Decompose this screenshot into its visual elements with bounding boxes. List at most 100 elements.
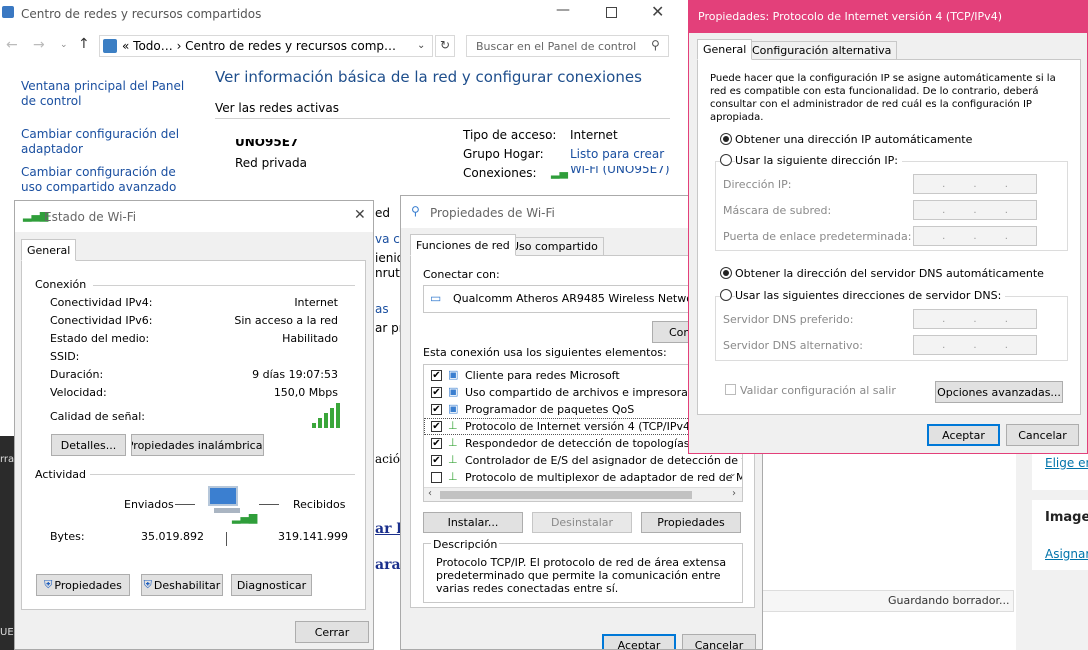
back-arrow-icon[interactable]: ← [6, 37, 18, 53]
accept-button[interactable]: Aceptar [927, 424, 1000, 446]
address-dropdown-icon[interactable]: ⌄ [417, 40, 425, 51]
wifi-properties-title: Propiedades de Wi-Fi [430, 206, 555, 220]
tab-sharing[interactable]: Uso compartido [505, 237, 604, 256]
partial-link-5[interactable]: as [375, 302, 389, 316]
validate-checkbox[interactable] [725, 384, 736, 395]
maximize-button[interactable] [606, 7, 617, 18]
ipv4-dialog: Propiedades: Protocolo de Internet versi… [688, 0, 1088, 454]
homegroup-link[interactable]: Listo para crear [570, 147, 664, 161]
protocol-icon: ⊥ [448, 419, 458, 432]
description-label: Descripción [431, 538, 500, 551]
component-item[interactable]: ✔ ⊥ Controlador de E/S del asignador de de… [424, 452, 742, 469]
editor-link-1[interactable]: Elige en [1045, 456, 1088, 470]
minimize-button[interactable]: — [556, 2, 570, 18]
component-checkbox[interactable]: ✔ [431, 370, 442, 381]
duration-label: Duración: [50, 368, 104, 381]
component-checkbox[interactable]: ✔ [431, 438, 442, 449]
properties-button[interactable]: ⛨ Propiedades [36, 574, 130, 596]
gateway-field[interactable]: ... [913, 226, 1037, 246]
search-icon: ⚲ [651, 38, 660, 52]
media-state-label: Estado del medio: [50, 332, 150, 345]
partial-text-4: nrut [375, 266, 400, 280]
activity-group-line [90, 474, 355, 475]
uninstall-button[interactable]: Desinstalar [532, 512, 632, 533]
accept-button[interactable]: Aceptar [602, 634, 676, 649]
description-text: Protocolo TCP/IP. El protocolo de red de… [436, 556, 727, 595]
ip-address-field[interactable]: ... [913, 174, 1037, 194]
properties-button[interactable]: Propiedades [641, 512, 741, 533]
component-checkbox[interactable]: ✔ [431, 404, 442, 415]
bytes-label: Bytes: [50, 530, 85, 543]
history-chevron-icon[interactable]: ⌄ [60, 40, 68, 50]
component-checkbox[interactable]: ✔ [431, 455, 442, 466]
component-item[interactable]: ⊥ Protocolo de multiplexor de adaptador d… [424, 469, 742, 486]
side-link-adapter[interactable]: Cambiar configuración del adaptador [21, 127, 181, 157]
up-arrow-icon[interactable]: ↑ [78, 36, 90, 52]
sent-line [175, 504, 195, 505]
manual-dns-radio[interactable] [720, 289, 732, 301]
dark-strip: rra UEF [0, 436, 19, 650]
tab-alternate-config[interactable]: Configuración alternativa [746, 41, 898, 60]
tab-general[interactable]: General [21, 239, 77, 261]
alternate-dns-field[interactable]: ... [913, 335, 1037, 355]
component-label: Respondedor de detección de topologías d… [465, 437, 721, 450]
auto-dns-radio[interactable] [720, 267, 732, 279]
scrollbar-thumb[interactable] [440, 491, 692, 499]
access-type-value: Internet [570, 128, 618, 142]
editor-link-2[interactable]: Asignar [1045, 547, 1088, 561]
component-label: Controlador de E/S del asignador de dete… [465, 454, 743, 467]
close-icon[interactable]: ✕ [354, 207, 366, 223]
scroll-down-icon[interactable]: ⌄ [729, 469, 737, 479]
scroll-left-icon[interactable]: ‹ [428, 488, 432, 499]
explorer-title: Centro de redes y recursos compartidos [21, 7, 262, 21]
network-client-icon: ▣ [448, 385, 459, 398]
protocol-icon: ⊥ [448, 470, 458, 483]
preferred-dns-field[interactable]: ... [913, 309, 1037, 329]
signal-quality-label: Calidad de señal: [50, 410, 145, 423]
refresh-button[interactable]: ↻ [435, 35, 455, 57]
scroll-right-icon[interactable]: › [732, 488, 736, 499]
side-link-main[interactable]: Ventana principal del Panel de control [21, 79, 201, 109]
network-type: Red privada [235, 156, 307, 170]
auto-ip-radio[interactable] [720, 133, 732, 145]
connect-using-label: Conectar con: [423, 268, 500, 281]
bytes-received: 319.141.999 [278, 530, 348, 543]
tab-network-functions[interactable]: Funciones de red [410, 234, 516, 256]
diagnose-button[interactable]: Diagnosticar [231, 574, 312, 596]
signal-bars-icon [312, 403, 342, 428]
component-checkbox[interactable]: ✔ [431, 387, 442, 398]
side-link-sharing[interactable]: Cambiar configuración de uso compartido … [21, 165, 196, 195]
address-bar[interactable]: « Todo… › Centro de redes y recursos com… [99, 35, 433, 57]
activity-group-label: Actividad [35, 468, 87, 481]
details-button[interactable]: Detalles... [51, 434, 126, 456]
network-adapter-icon: ▭ [430, 291, 442, 305]
advanced-options-button[interactable]: Opciones avanzadas... [935, 381, 1063, 403]
close-button[interactable]: Cerrar [295, 621, 369, 643]
search-box[interactable]: Buscar en el Panel de control ⚲ [466, 35, 669, 57]
partial-link-10[interactable]: ara [375, 557, 401, 573]
close-button[interactable]: ✕ [651, 2, 664, 21]
manual-ip-radio[interactable] [720, 154, 732, 166]
forward-arrow-icon[interactable]: → [33, 37, 45, 53]
editor-panel: Elige en Imagen Asignar [1016, 440, 1088, 650]
cancel-button[interactable]: Cancelar [1006, 424, 1079, 446]
subnet-mask-field[interactable]: ... [913, 200, 1037, 220]
speed-value: 150,0 Mbps [273, 386, 338, 399]
shield-icon: ⛨ [44, 578, 53, 591]
install-button[interactable]: Instalar... [423, 512, 523, 533]
horizontal-scrollbar[interactable]: ‹ › [424, 487, 742, 501]
tab-general[interactable]: General [697, 39, 753, 60]
wifi-signal-icon: ▂▄ [551, 166, 568, 179]
editor-saving-bar: Guardando borrador... [760, 590, 1014, 612]
wireless-properties-button[interactable]: Propiedades inalámbricas [131, 434, 264, 456]
manual-dns-label: Usar las siguientes direcciones de servi… [735, 289, 1006, 302]
component-checkbox[interactable]: ✔ [431, 421, 442, 432]
sent-label: Enviados [124, 498, 174, 511]
component-checkbox[interactable] [431, 472, 442, 483]
network-computer-icon [208, 486, 244, 514]
connection-link[interactable]: Wi-Fi (UNO95E7) [570, 166, 670, 175]
auto-dns-label: Obtener la dirección del servidor DNS au… [735, 267, 1044, 280]
disable-button[interactable]: ⛨ Deshabilitar [141, 574, 223, 596]
partial-text-1: ed [375, 206, 390, 220]
cancel-button[interactable]: Cancelar [682, 634, 756, 649]
